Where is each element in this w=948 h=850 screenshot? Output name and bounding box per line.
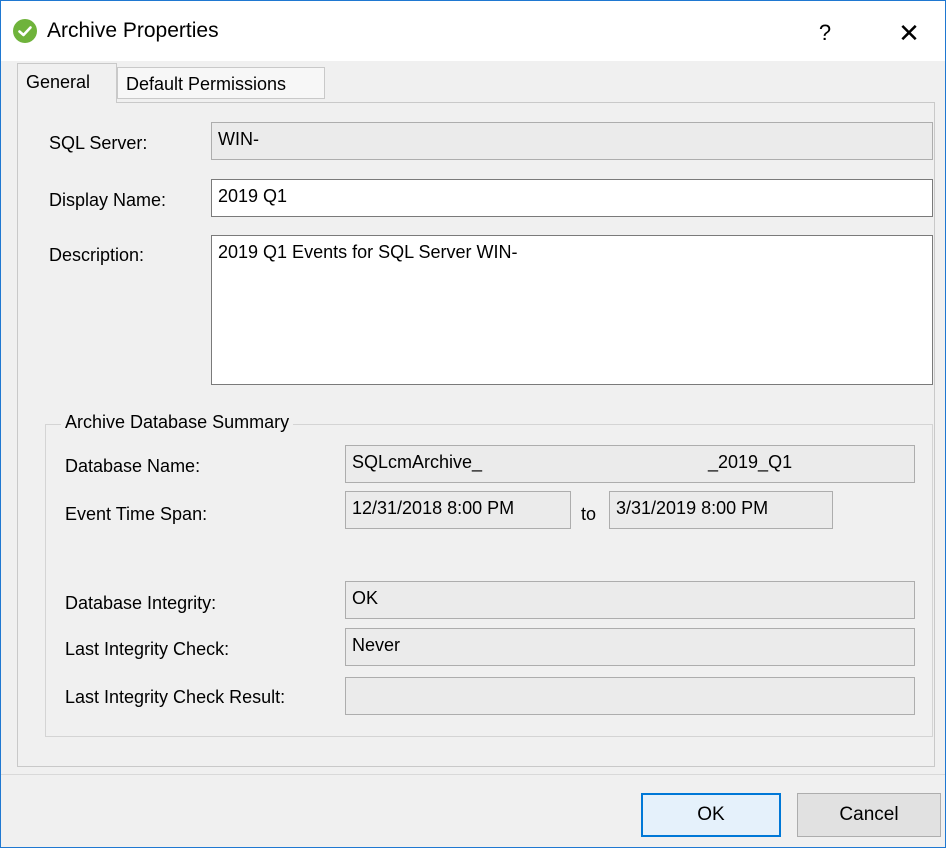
help-button[interactable]: ? xyxy=(803,13,847,53)
last-integrity-check-field[interactable]: Never xyxy=(345,628,915,666)
description-label: Description: xyxy=(49,245,145,265)
sql-server-label: SQL Server: xyxy=(49,133,148,153)
title-bar: Archive Properties ? ✕ xyxy=(1,1,945,61)
footer-divider xyxy=(1,774,945,775)
last-integrity-check-result-label: Last Integrity Check Result: xyxy=(65,687,286,707)
tab-default-permissions[interactable]: Default Permissions xyxy=(117,67,325,99)
display-name-label: Display Name: xyxy=(49,190,167,210)
window-title: Archive Properties xyxy=(47,19,219,42)
database-integrity-field[interactable]: OK xyxy=(345,581,915,619)
database-name-label: Database Name: xyxy=(65,456,201,476)
checkmark-circle-icon xyxy=(13,19,37,43)
close-button[interactable]: ✕ xyxy=(881,13,937,53)
tab-strip: General Default Permissions xyxy=(9,61,937,103)
archive-properties-dialog: Archive Properties ? ✕ General Default P… xyxy=(0,0,946,848)
database-name-suffix: _2019_Q1 xyxy=(708,452,793,472)
database-name-field[interactable]: SQLcmArchive_ _2019_Q1 xyxy=(345,445,915,483)
database-name-value: SQLcmArchive_ xyxy=(352,452,483,472)
event-span-to-field[interactable]: 3/31/2019 8:00 PM xyxy=(609,491,833,529)
span-to-label: to xyxy=(581,504,597,524)
display-name-field[interactable]: 2019 Q1 xyxy=(211,179,933,217)
last-integrity-check-label: Last Integrity Check: xyxy=(65,639,230,659)
event-time-span-label: Event Time Span: xyxy=(65,504,208,524)
database-integrity-label: Database Integrity: xyxy=(65,593,217,613)
archive-database-summary-title: Archive Database Summary xyxy=(61,412,294,433)
ok-button[interactable]: OK xyxy=(641,793,781,837)
sql-server-field[interactable]: WIN- xyxy=(211,122,933,160)
cancel-button[interactable]: Cancel xyxy=(797,793,941,837)
last-integrity-check-result-field[interactable] xyxy=(345,677,915,715)
description-textarea[interactable]: 2019 Q1 Events for SQL Server WIN- xyxy=(211,235,933,385)
tab-general[interactable]: General xyxy=(17,63,117,103)
event-span-from-field[interactable]: 12/31/2018 8:00 PM xyxy=(345,491,571,529)
